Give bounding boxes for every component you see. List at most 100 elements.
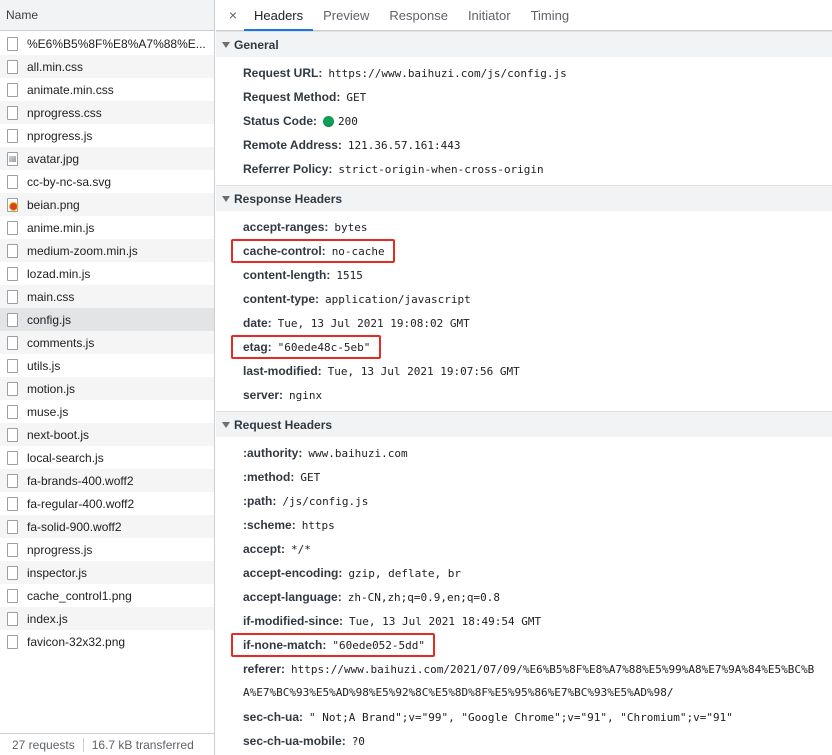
request-row[interactable]: utils.js bbox=[0, 354, 214, 377]
header-name: Request URL: bbox=[243, 66, 323, 80]
request-details-panel: × Headers Preview Response Initiator Timing … bbox=[216, 0, 832, 755]
request-row[interactable]: cache_control1.png bbox=[0, 584, 214, 607]
header-row: if-none-match: "60ede052-5dd" bbox=[231, 633, 832, 657]
header-row: last-modified: Tue, 13 Jul 2021 19:07:56 … bbox=[243, 359, 832, 383]
request-row[interactable]: motion.js bbox=[0, 377, 214, 400]
request-row[interactable]: index.js bbox=[0, 607, 214, 630]
doc-icon bbox=[7, 450, 18, 465]
header-value: Tue, 13 Jul 2021 19:08:02 GMT bbox=[277, 316, 470, 330]
request-name: nprogress.js bbox=[27, 128, 93, 143]
section-title: Response Headers bbox=[234, 191, 343, 206]
request-row[interactable]: local-search.js bbox=[0, 446, 214, 469]
request-name: config.js bbox=[27, 312, 72, 327]
name-column-header[interactable]: Name bbox=[0, 0, 214, 31]
header-row: Request Method: GET bbox=[243, 85, 832, 109]
request-name: motion.js bbox=[27, 381, 76, 396]
tab-timing[interactable]: Timing bbox=[521, 0, 580, 30]
request-row[interactable]: comments.js bbox=[0, 331, 214, 354]
doc-icon bbox=[7, 427, 18, 442]
request-row[interactable]: fa-solid-900.woff2 bbox=[0, 515, 214, 538]
header-row: accept: */* bbox=[243, 537, 832, 561]
request-row[interactable]: %E6%B5%8F%E8%A7%88%E... bbox=[0, 32, 214, 55]
response-headers-section-header[interactable]: Response Headers bbox=[216, 185, 832, 211]
header-name: Request Method: bbox=[243, 90, 341, 104]
header-row: Remote Address: 121.36.57.161:443 bbox=[243, 133, 832, 157]
header-value: Tue, 13 Jul 2021 19:07:56 GMT bbox=[327, 364, 520, 378]
header-name: etag: bbox=[243, 340, 272, 354]
request-name: inspector.js bbox=[27, 565, 88, 580]
request-row[interactable]: favicon-32x32.png bbox=[0, 630, 214, 653]
header-row: content-length: 1515 bbox=[243, 263, 832, 287]
header-name: accept-ranges: bbox=[243, 220, 329, 234]
request-row[interactable]: muse.js bbox=[0, 400, 214, 423]
header-name: Status Code: bbox=[243, 114, 318, 128]
header-value: no-cache bbox=[331, 244, 385, 258]
header-value: "60ede052-5dd" bbox=[332, 638, 426, 652]
header-value: https bbox=[301, 518, 335, 532]
header-name: referer: bbox=[243, 662, 286, 676]
header-row: Request URL: https://www.baihuzi.com/js/c… bbox=[243, 61, 832, 85]
request-name: nprogress.css bbox=[27, 105, 102, 120]
request-row[interactable]: anime.min.js bbox=[0, 216, 214, 239]
doc-icon bbox=[7, 519, 18, 534]
request-name: animate.min.css bbox=[27, 82, 114, 97]
tab-initiator[interactable]: Initiator bbox=[458, 0, 521, 30]
header-row: if-modified-since: Tue, 13 Jul 2021 18:49… bbox=[243, 609, 832, 633]
header-name: :scheme: bbox=[243, 518, 296, 532]
doc-icon bbox=[7, 266, 18, 281]
request-name: favicon-32x32.png bbox=[27, 634, 126, 649]
doc-icon bbox=[7, 82, 18, 97]
request-row[interactable]: next-boot.js bbox=[0, 423, 214, 446]
header-name: :method: bbox=[243, 470, 295, 484]
response-headers-section: Response Headers accept-ranges: bytes cache… bbox=[216, 185, 832, 411]
request-row[interactable]: config.js bbox=[0, 308, 214, 331]
header-row: :authority: www.baihuzi.com bbox=[243, 441, 832, 465]
request-name: lozad.min.js bbox=[27, 266, 91, 281]
request-row[interactable]: beian.png bbox=[0, 193, 214, 216]
close-icon[interactable]: × bbox=[222, 0, 244, 30]
header-value: https://www.baihuzi.com/js/config.js bbox=[328, 66, 567, 80]
doc-icon bbox=[7, 381, 18, 396]
tab-preview[interactable]: Preview bbox=[313, 0, 379, 30]
header-name: if-none-match: bbox=[243, 638, 327, 652]
request-name: fa-regular-400.woff2 bbox=[27, 496, 135, 511]
request-name: beian.png bbox=[27, 197, 80, 212]
header-row: content-type: application/javascript bbox=[243, 287, 832, 311]
badge-image-icon bbox=[7, 197, 18, 212]
request-row[interactable]: medium-zoom.min.js bbox=[0, 239, 214, 262]
doc-icon bbox=[7, 128, 18, 143]
request-headers-section-header[interactable]: Request Headers bbox=[216, 411, 832, 437]
doc-icon bbox=[7, 611, 18, 626]
request-row[interactable]: animate.min.css bbox=[0, 78, 214, 101]
request-row[interactable]: avatar.jpg bbox=[0, 147, 214, 170]
request-row[interactable]: nprogress.js bbox=[0, 124, 214, 147]
doc-icon bbox=[7, 634, 18, 649]
header-value: 1515 bbox=[336, 268, 363, 282]
header-row: :path: /js/config.js bbox=[243, 489, 832, 513]
tab-response[interactable]: Response bbox=[379, 0, 458, 30]
request-row[interactable]: nprogress.css bbox=[0, 101, 214, 124]
header-value: bytes bbox=[334, 220, 368, 234]
details-tabbar: × Headers Preview Response Initiator Timing bbox=[216, 0, 832, 31]
request-row[interactable]: main.css bbox=[0, 285, 214, 308]
request-row[interactable]: fa-brands-400.woff2 bbox=[0, 469, 214, 492]
request-row[interactable]: fa-regular-400.woff2 bbox=[0, 492, 214, 515]
headers-content: General Request URL: https://www.baihuzi.c… bbox=[216, 31, 832, 755]
request-headers-section: Request Headers :authority: www.baihuzi.co… bbox=[216, 411, 832, 755]
header-row: :method: GET bbox=[243, 465, 832, 489]
doc-icon bbox=[7, 289, 18, 304]
header-value: application/javascript bbox=[325, 292, 471, 306]
tab-headers[interactable]: Headers bbox=[244, 0, 314, 31]
general-section-header[interactable]: General bbox=[216, 31, 832, 57]
request-row[interactable]: lozad.min.js bbox=[0, 262, 214, 285]
request-row[interactable]: nprogress.js bbox=[0, 538, 214, 561]
request-row[interactable]: cc-by-nc-sa.svg bbox=[0, 170, 214, 193]
request-name: main.css bbox=[27, 289, 75, 304]
request-row[interactable]: inspector.js bbox=[0, 561, 214, 584]
request-name: %E6%B5%8F%E8%A7%88%E... bbox=[27, 36, 206, 51]
header-row: cache-control: no-cache bbox=[231, 239, 832, 263]
header-row: etag: "60ede48c-5eb" bbox=[231, 335, 832, 359]
header-name: sec-ch-ua: bbox=[243, 710, 304, 724]
request-row[interactable]: all.min.css bbox=[0, 55, 214, 78]
header-name: Remote Address: bbox=[243, 138, 342, 152]
